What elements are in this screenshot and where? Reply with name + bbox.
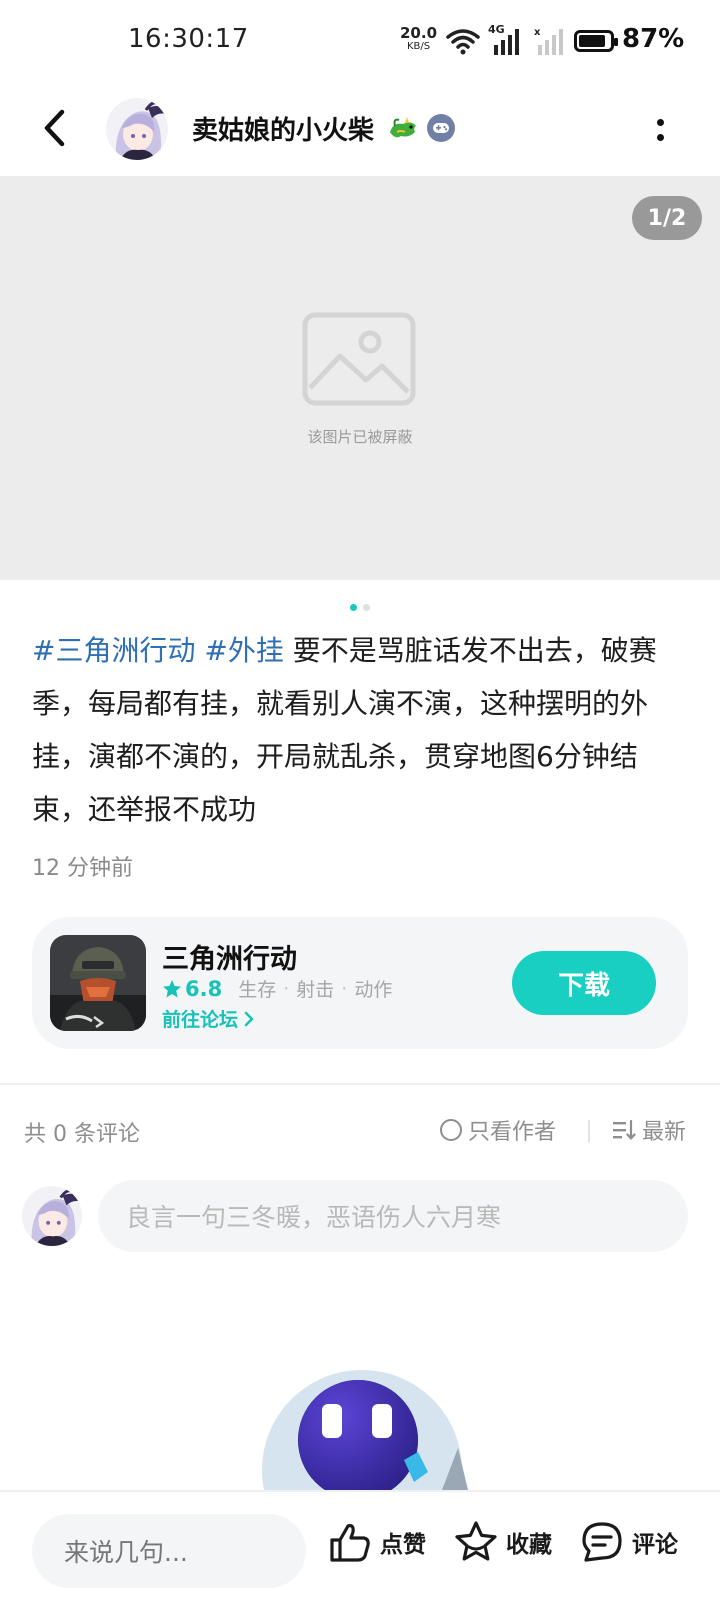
status-time: 16:30:17: [128, 24, 249, 54]
star-filled-icon: [163, 979, 181, 997]
network-speed: 20.0 KB/S: [400, 26, 437, 54]
game-genre: 动作: [354, 979, 393, 1001]
dragon-emoji-icon: [390, 117, 416, 138]
comment-button[interactable]: 评论: [580, 1520, 678, 1564]
battery-fill: [579, 35, 605, 47]
wifi-icon: [446, 29, 480, 55]
topic-tag[interactable]: #三角洲行动: [32, 634, 195, 667]
sort-descending-icon: [613, 1119, 636, 1140]
like-label: 点赞: [380, 1532, 426, 1558]
empty-comments-mascot: [262, 1368, 482, 1490]
favorite-label: 收藏: [506, 1532, 552, 1558]
comment-label: 评论: [632, 1532, 678, 1558]
bottom-action-bar: 来说几句... 点赞 收藏 评论: [0, 1490, 720, 1610]
post-image-viewer[interactable]: 1/2 该图片已被屏蔽: [0, 176, 720, 580]
network-speed-unit: KB/S: [406, 41, 431, 52]
sort-latest-button[interactable]: 最新: [612, 1114, 686, 1146]
status-icons: 4G x: [446, 23, 568, 58]
image-pagination-dots: [0, 604, 720, 611]
author-avatar[interactable]: [106, 98, 168, 160]
game-meta: 6.8 生存 · 射击 · 动作: [162, 975, 392, 1002]
like-button[interactable]: 点赞: [328, 1520, 426, 1564]
section-divider: [0, 1083, 720, 1085]
comment-count: 共 0 条评论: [24, 1122, 140, 1147]
chevron-right-icon: [244, 1011, 254, 1026]
battery-icon: [574, 30, 618, 52]
favorite-button[interactable]: 收藏: [454, 1520, 552, 1564]
game-name[interactable]: 三角洲行动: [162, 937, 297, 976]
anime-girl-avatar-icon: [22, 1186, 82, 1246]
comment-bubble-icon: [582, 1522, 622, 1562]
radio-unchecked-icon: [440, 1119, 462, 1141]
cell-signal-icon: 4G: [488, 23, 526, 57]
post-timestamp: 12 分钟前: [32, 856, 133, 881]
svg-text:x: x: [534, 27, 541, 38]
comment-input[interactable]: 良言一句三冬暖，恶语伤人六月寒: [98, 1180, 688, 1252]
topic-tag[interactable]: #外挂: [204, 634, 283, 667]
author-only-toggle[interactable]: 只看作者: [440, 1114, 556, 1146]
back-arrow-icon: [44, 109, 65, 147]
cell-signal-secondary-icon: x: [534, 27, 563, 55]
game-icon[interactable]: [50, 935, 146, 1031]
quick-comment-input[interactable]: 来说几句...: [32, 1514, 306, 1588]
battery-percent: 87%: [622, 24, 685, 54]
genre-separator: ·: [283, 977, 290, 1000]
author-username[interactable]: 卖姑娘的小火柴: [192, 110, 374, 147]
game-card[interactable]: 三角洲行动 6.8 生存 · 射击 · 动作 前往论坛 下载: [32, 917, 688, 1049]
anime-girl-avatar-icon: [106, 98, 168, 160]
forum-link-label: 前往论坛: [162, 1009, 239, 1031]
status-bar: 16:30:17 20.0 KB/S 4G x 87%: [0, 0, 720, 82]
game-rating: 6.8: [162, 977, 222, 1001]
robot-mascot-icon: [262, 1370, 468, 1490]
genre-separator: ·: [341, 977, 348, 1000]
game-genre: 生存: [238, 979, 277, 1001]
pagination-dot: [363, 604, 370, 611]
sort-latest-label: 最新: [642, 1120, 687, 1145]
soldier-game-icon: [50, 935, 146, 1031]
current-user-avatar: [22, 1186, 82, 1246]
download-button[interactable]: 下载: [512, 951, 656, 1015]
star-outline-icon: [455, 1521, 497, 1561]
vertical-divider: [588, 1120, 590, 1142]
image-blocked-text: 该图片已被屏蔽: [307, 428, 413, 446]
image-page-counter: 1/2: [632, 196, 702, 240]
back-button[interactable]: [32, 106, 76, 150]
go-to-forum-link[interactable]: 前往论坛: [162, 1005, 254, 1032]
more-dot-icon: [656, 134, 664, 141]
author-only-label: 只看作者: [468, 1120, 557, 1145]
image-blocked-icon: [302, 312, 416, 406]
gamepad-badge-icon: [427, 114, 455, 142]
pagination-dot-active: [350, 604, 357, 611]
more-options-button[interactable]: [650, 110, 670, 150]
game-genre: 射击: [296, 979, 335, 1001]
post-header: 卖姑娘的小火柴: [0, 82, 720, 174]
game-rating-value: 6.8: [185, 976, 223, 1001]
post-content: #三角洲行动 #外挂 要不是骂脏话发不出去，破赛季，每局都有挂，就看别人演不演，…: [32, 624, 692, 836]
more-dot-icon: [656, 119, 664, 126]
thumbs-up-icon: [330, 1524, 370, 1562]
